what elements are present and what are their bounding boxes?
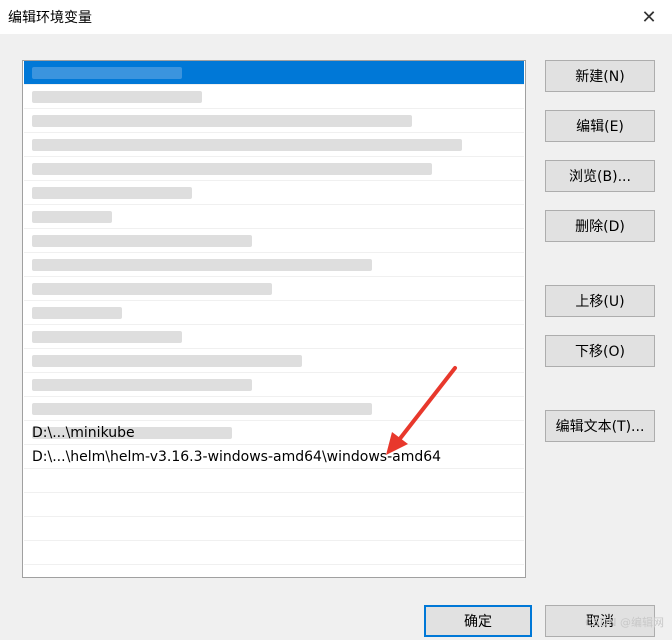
new-button[interactable]: 新建(N): [545, 60, 655, 92]
title-bar: 编辑环境变量 ✕: [0, 0, 672, 34]
list-item[interactable]: [24, 205, 524, 229]
list-item[interactable]: [24, 181, 524, 205]
redacted-text: [32, 259, 372, 271]
watermark: CSDN @编辑网: [585, 616, 664, 629]
edit-text-button[interactable]: 编辑文本(T)...: [545, 410, 655, 442]
list-item[interactable]: [24, 109, 524, 133]
window-title: 编辑环境变量: [8, 10, 92, 26]
redacted-text: [32, 355, 302, 367]
list-item[interactable]: [24, 61, 524, 85]
annotation-arrow-icon: [386, 366, 457, 455]
redacted-text: [32, 331, 182, 343]
redacted-text: [32, 379, 252, 391]
redacted-text: [32, 283, 272, 295]
redacted-text: [32, 235, 252, 247]
delete-button[interactable]: 删除(D): [545, 210, 655, 242]
list-item-empty[interactable]: [24, 517, 524, 541]
close-button[interactable]: ✕: [626, 0, 672, 34]
redacted-text: [32, 139, 462, 151]
redacted-text: [32, 403, 372, 415]
list-item[interactable]: [24, 157, 524, 181]
move-down-button[interactable]: 下移(O): [545, 335, 655, 367]
list-item[interactable]: [24, 229, 524, 253]
redacted-text: [32, 211, 112, 223]
redacted-text: [32, 115, 412, 127]
edit-button[interactable]: 编辑(E): [545, 110, 655, 142]
close-icon: ✕: [641, 6, 657, 28]
list-item[interactable]: [24, 277, 524, 301]
list-item[interactable]: [24, 85, 524, 109]
list-item-empty[interactable]: [24, 469, 524, 493]
redacted-text: [32, 307, 122, 319]
browse-button[interactable]: 浏览(B)...: [545, 160, 655, 192]
redacted-text: [32, 187, 192, 199]
redacted-text: [32, 91, 202, 103]
list-item-empty[interactable]: [24, 541, 524, 565]
list-item[interactable]: [24, 133, 524, 157]
redacted-text: [32, 67, 182, 79]
list-item[interactable]: [24, 253, 524, 277]
ok-button[interactable]: 确定: [424, 605, 532, 637]
move-up-button[interactable]: 上移(U): [545, 285, 655, 317]
list-item-empty[interactable]: [24, 493, 524, 517]
list-item[interactable]: [24, 301, 524, 325]
arrow-shaft: [393, 366, 457, 447]
list-item[interactable]: [24, 325, 524, 349]
redacted-text: [32, 163, 432, 175]
path-list[interactable]: D:\...\minikube D:\...\helm\helm-v3.16.3…: [22, 60, 526, 578]
